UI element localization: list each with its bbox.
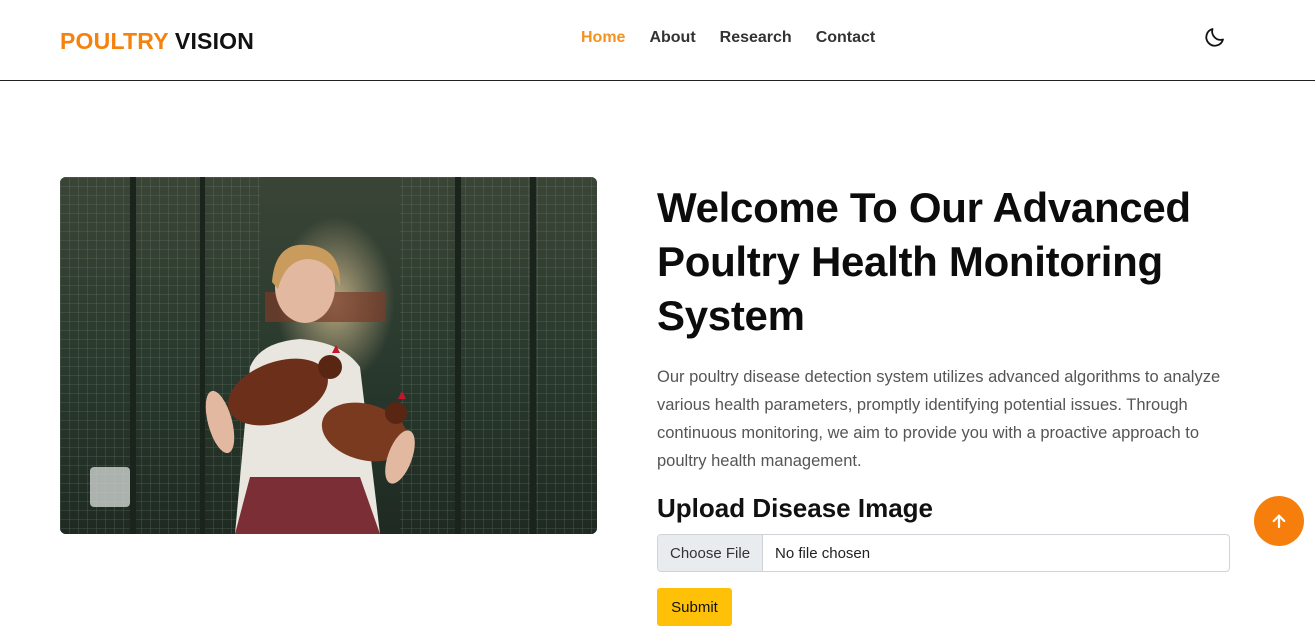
hero-title: Welcome To Our Advanced Poultry Health M… [657, 184, 1191, 339]
scroll-to-top-button[interactable] [1254, 496, 1304, 546]
brand-logo[interactable]: POULTRY VISION [60, 28, 254, 55]
file-input[interactable]: Choose File No file chosen [657, 534, 1230, 572]
upload-title: Upload Disease Image [657, 493, 933, 523]
hero-content: Welcome To Our Advanced Poultry Health M… [657, 181, 1230, 626]
arrow-up-icon [1272, 514, 1286, 529]
navbar: POULTRY VISION Home About Research Conta… [0, 0, 1315, 81]
choose-file-button[interactable]: Choose File [658, 535, 764, 571]
nav-home[interactable]: Home [581, 29, 625, 47]
brand-part2: VISION [174, 28, 255, 54]
nav-contact[interactable]: Contact [816, 29, 876, 47]
brand-part1: POULTRY [60, 28, 169, 54]
farmer-with-chickens-photo [60, 177, 597, 534]
nav-research[interactable]: Research [720, 29, 792, 47]
nav-about[interactable]: About [649, 29, 695, 47]
hero-description: Our poultry disease detection system uti… [657, 368, 1221, 470]
moon-icon[interactable] [1203, 25, 1227, 49]
file-status: No file chosen [775, 544, 871, 562]
nav-links: Home About Research Contact [581, 29, 875, 47]
submit-button[interactable]: Submit [657, 588, 732, 626]
